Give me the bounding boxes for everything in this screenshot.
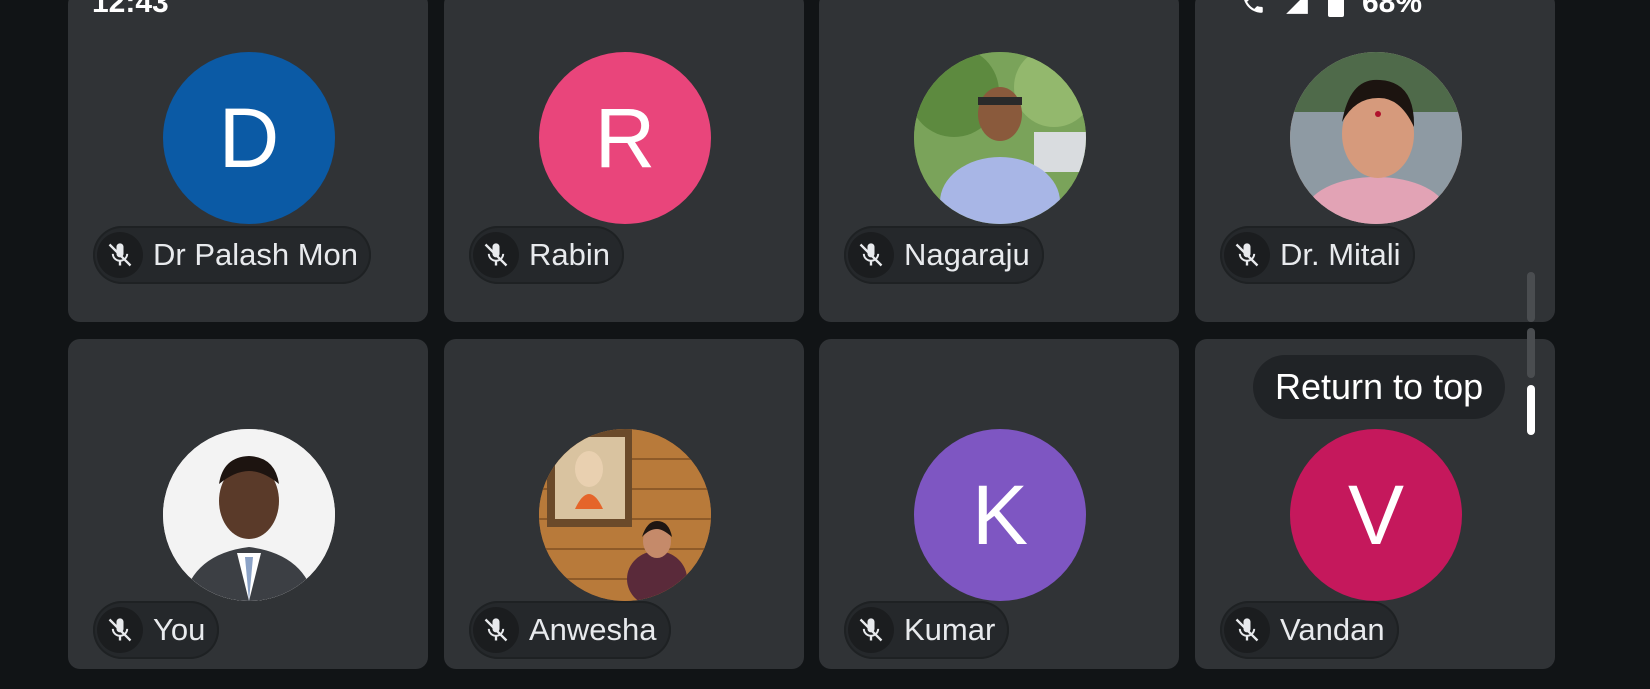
participant-tile[interactable]: Anwesha [444,339,804,669]
return-to-top-button[interactable]: Return to top [1253,355,1506,419]
mic-off-icon [473,607,519,653]
avatar-photo [163,429,335,601]
avatar: D [163,52,335,224]
participant-name: Kumar [904,612,996,647]
mic-off-icon [848,232,894,278]
avatar-photo [914,52,1086,224]
avatar-initial: R [594,90,656,185]
avatar-initial: D [218,90,280,185]
participant-tile[interactable]: R Rabin [444,0,804,322]
mic-off-icon [97,607,143,653]
battery-text: 68% [1362,0,1423,19]
mic-off-icon [1224,232,1270,278]
mic-off-icon [848,607,894,653]
participant-name-pill: Nagaraju [844,226,1044,284]
scrollbar-track[interactable] [1527,272,1535,322]
participant-name: You [153,612,206,647]
participant-tile[interactable]: Dr. Mitali [1195,0,1555,322]
avatar: R [539,52,711,224]
mic-off-icon [473,232,519,278]
participant-name: Dr. Mitali [1280,237,1401,272]
participant-tile[interactable]: K Kumar [819,339,1179,669]
participant-name: Anwesha [529,612,657,647]
participant-tile[interactable]: Nagaraju [819,0,1179,322]
scrollbar-thumb[interactable] [1527,385,1535,435]
status-icons: 68% [1240,0,1422,20]
avatar-initial: K [971,467,1029,562]
participant-name-pill: Anwesha [469,601,671,659]
participant-tile[interactable]: You [68,339,428,669]
avatar-initial: V [1347,467,1405,562]
participant-name-pill: Rabin [469,226,624,284]
scrollbar-track[interactable] [1527,328,1535,378]
participant-name-pill: Dr Palash Mon [93,226,371,284]
participant-name-pill: You [93,601,220,659]
avatar-photo [1290,52,1462,224]
battery-icon [1328,0,1344,17]
participant-name: Vandan [1280,612,1385,647]
participant-name-pill: Kumar [844,601,1010,659]
participant-tile[interactable]: D Dr Palash Mon [68,0,428,322]
mic-off-icon [1224,607,1270,653]
participant-name: Rabin [529,237,610,272]
avatar: K [914,429,1086,601]
phone-icon [1240,0,1266,16]
participant-name: Nagaraju [904,237,1030,272]
status-time: 12:43 [92,0,169,19]
participant-name-pill: Vandan [1220,601,1399,659]
avatar: V [1290,429,1462,601]
avatar-photo [539,429,711,601]
participant-name-pill: Dr. Mitali [1220,226,1415,284]
signal-icon [1284,0,1310,16]
mic-off-icon [97,232,143,278]
participant-name: Dr Palash Mon [153,237,359,272]
